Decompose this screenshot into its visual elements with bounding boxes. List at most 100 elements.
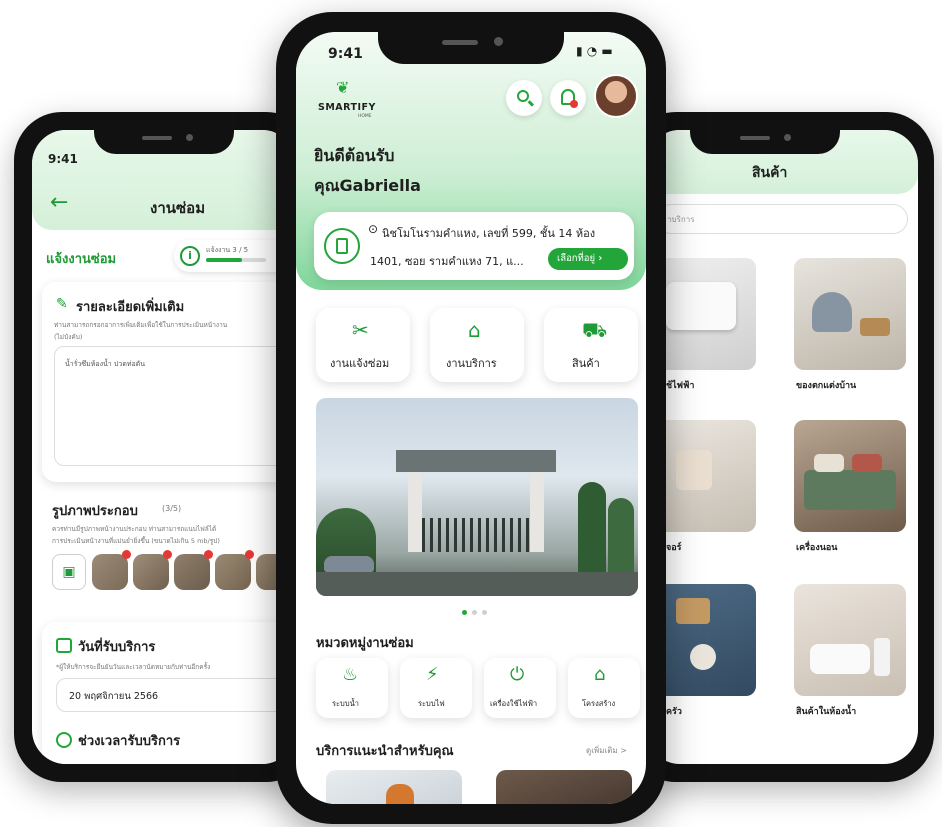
user-name: คุณGabriella xyxy=(314,176,421,195)
category-label: ระบบน้ำ xyxy=(332,699,359,708)
info-icon: i xyxy=(180,246,200,266)
date-card: วันที่รับบริการ *ผู้ให้บริการจะยืนยันวัน… xyxy=(42,622,296,764)
camera-icon xyxy=(784,134,791,141)
search-input[interactable]: าบริการ xyxy=(656,204,908,234)
recommend-title: บริการแนะนำสำหรับคุณ xyxy=(316,744,454,759)
bulb-icon: ⚡ xyxy=(426,664,439,685)
menu-label: สินค้า xyxy=(572,357,600,370)
menu-label: งานแจ้งซ่อม xyxy=(330,357,390,370)
back-arrow-icon[interactable]: ← xyxy=(50,190,68,215)
welcome-text: ยินดีต้อนรับ xyxy=(314,146,395,165)
center-screen: 9:41 ▮ ◔ ▬ ❦ SMARTIFY HOME ยินดีต้อนรับ … xyxy=(296,32,646,804)
detail-hint: ท่านสามารถกรอกอาการเพิ่มเติมเพื่อใช้ในกา… xyxy=(54,321,228,329)
right-screen: สินค้า าบริการ ช้ไฟฟ้า ของตกแต่งบ้าน จอร… xyxy=(646,130,918,764)
product-image[interactable] xyxy=(794,420,906,532)
status-time: 9:41 xyxy=(48,152,78,166)
address-card[interactable]: ⊙ นิชโมโนรามคำแหง, เลขที่ 599, ชั้น 14 ห… xyxy=(314,212,634,280)
address-line1: นิชโมโนรามคำแหง, เลขที่ 599, ชั้น 14 ห้อ… xyxy=(382,227,596,240)
brand-name: SMARTIFY xyxy=(318,102,376,113)
detail-textarea[interactable]: น้ำรั่วซึมห้องน้ำ ปวดท่อตัน xyxy=(54,346,296,466)
choose-address-label: เลือกที่อยู่ xyxy=(557,253,596,264)
remove-photo-icon[interactable] xyxy=(122,550,131,559)
recommend-card-image[interactable] xyxy=(496,770,632,804)
brand-logo-icon: ❦ xyxy=(336,78,350,97)
home-icon: ⌂ xyxy=(468,318,481,342)
brand-sub: HOME xyxy=(358,114,372,119)
menu-repair[interactable]: ✂ งานแจ้งซ่อม xyxy=(316,308,410,382)
hero-banner[interactable] xyxy=(316,398,638,596)
recommend-card-image[interactable] xyxy=(326,770,462,804)
calendar-icon xyxy=(56,638,72,653)
cart-icon: ⛟ xyxy=(582,318,608,342)
detail-value: น้ำรั่วซึมห้องน้ำ ปวดท่อตัน xyxy=(65,360,146,368)
search-icon xyxy=(517,90,529,102)
center-notch xyxy=(378,30,564,64)
plug-icon: ⏻ xyxy=(510,664,525,685)
product-image[interactable] xyxy=(794,258,906,370)
choose-address-button[interactable]: เลือกที่อยู่ › xyxy=(548,248,628,270)
product-image[interactable] xyxy=(794,584,906,696)
location-pin-icon: ⊙ xyxy=(368,222,379,236)
category-water[interactable]: ♨ ระบบน้ำ xyxy=(316,658,388,718)
add-photo-button[interactable]: ▣ xyxy=(52,554,86,590)
faucet-icon: ♨ xyxy=(342,664,359,685)
photo-thumb[interactable] xyxy=(92,554,128,590)
date-field[interactable]: 20 พฤศจิกายน 2566 xyxy=(56,678,296,712)
camera-icon xyxy=(186,134,193,141)
carousel-dot[interactable] xyxy=(472,610,477,615)
carousel-dot-active[interactable] xyxy=(462,610,467,615)
carousel-dot[interactable] xyxy=(482,610,487,615)
category-label: ระบบไฟ xyxy=(418,699,445,708)
detail-hint-optional: (ไม่บังคับ) xyxy=(54,333,83,341)
product-label: จอร์ xyxy=(666,543,682,553)
remove-photo-icon[interactable] xyxy=(204,550,213,559)
photo-hint-size: การประเมินหน้างานที่แม่นยำยิ่งขึ้น (ขนาด… xyxy=(52,537,220,545)
date-value: 20 พฤศจิกายน 2566 xyxy=(69,691,159,702)
status-time: 9:41 xyxy=(328,46,363,62)
menu-products[interactable]: ⛟ สินค้า xyxy=(544,308,638,382)
menu-label: งานบริการ xyxy=(446,357,497,370)
product-label: ครัว xyxy=(666,707,682,717)
product-label: ช้ไฟฟ้า xyxy=(666,381,695,391)
left-phone: 9:41 ← งานซ่อม แจ้งงานซ่อม i แจ้งงาน 3 /… xyxy=(14,112,314,782)
camera-icon xyxy=(494,37,503,46)
step-label: แจ้งงาน 3 / 5 xyxy=(206,246,249,254)
time-title: ช่วงเวลารับบริการ xyxy=(78,734,181,749)
search-button[interactable] xyxy=(506,80,542,116)
category-structure[interactable]: ⌂ โครงสร้าง xyxy=(568,658,640,718)
remove-photo-icon[interactable] xyxy=(245,550,254,559)
tools-icon: ✂ xyxy=(352,318,369,342)
building-icon xyxy=(324,228,360,264)
photo-thumb[interactable] xyxy=(133,554,169,590)
right-phone: สินค้า าบริการ ช้ไฟฟ้า ของตกแต่งบ้าน จอร… xyxy=(628,112,934,782)
product-label: ของตกแต่งบ้าน xyxy=(796,381,857,391)
photo-title: รูปภาพประกอบ xyxy=(52,504,138,519)
notification-button[interactable] xyxy=(550,80,586,116)
step-progress xyxy=(206,258,266,262)
see-more-link[interactable]: ดูเพิ่มเติม > xyxy=(586,744,627,757)
photo-thumb[interactable] xyxy=(215,554,251,590)
house-icon: ⌂ xyxy=(594,664,606,685)
category-title: หมวดหมู่งานซ่อม xyxy=(316,636,414,651)
notification-dot xyxy=(570,100,578,108)
photo-count: (3/5) xyxy=(162,504,182,513)
category-label: เครื่องใช้ไฟฟ้า xyxy=(490,699,538,708)
search-placeholder: าบริการ xyxy=(667,215,695,224)
avatar[interactable] xyxy=(594,74,638,118)
edit-icon: ✎ xyxy=(56,296,68,312)
right-page-title: สินค้า xyxy=(752,165,788,181)
left-notch xyxy=(94,128,234,154)
date-title: วันที่รับบริการ xyxy=(78,640,156,655)
clock-icon xyxy=(56,732,72,748)
right-notch xyxy=(690,128,840,154)
product-label: สินค้าในห้องน้ำ xyxy=(796,707,857,717)
menu-service[interactable]: ⌂ งานบริการ xyxy=(430,308,524,382)
category-appliance[interactable]: ⏻ เครื่องใช้ไฟฟ้า xyxy=(484,658,556,718)
chevron-right-icon: › xyxy=(595,253,603,264)
remove-photo-icon[interactable] xyxy=(163,550,172,559)
left-page-title: งานซ่อม xyxy=(150,199,206,217)
category-electric[interactable]: ⚡ ระบบไฟ xyxy=(400,658,472,718)
detail-card: ✎ รายละเอียดเพิ่มเติม ท่านสามารถกรอกอากา… xyxy=(42,282,296,482)
photo-thumb[interactable] xyxy=(174,554,210,590)
address-line2: 1401, ซอย รามคำแหง 71, แ... xyxy=(370,255,524,268)
